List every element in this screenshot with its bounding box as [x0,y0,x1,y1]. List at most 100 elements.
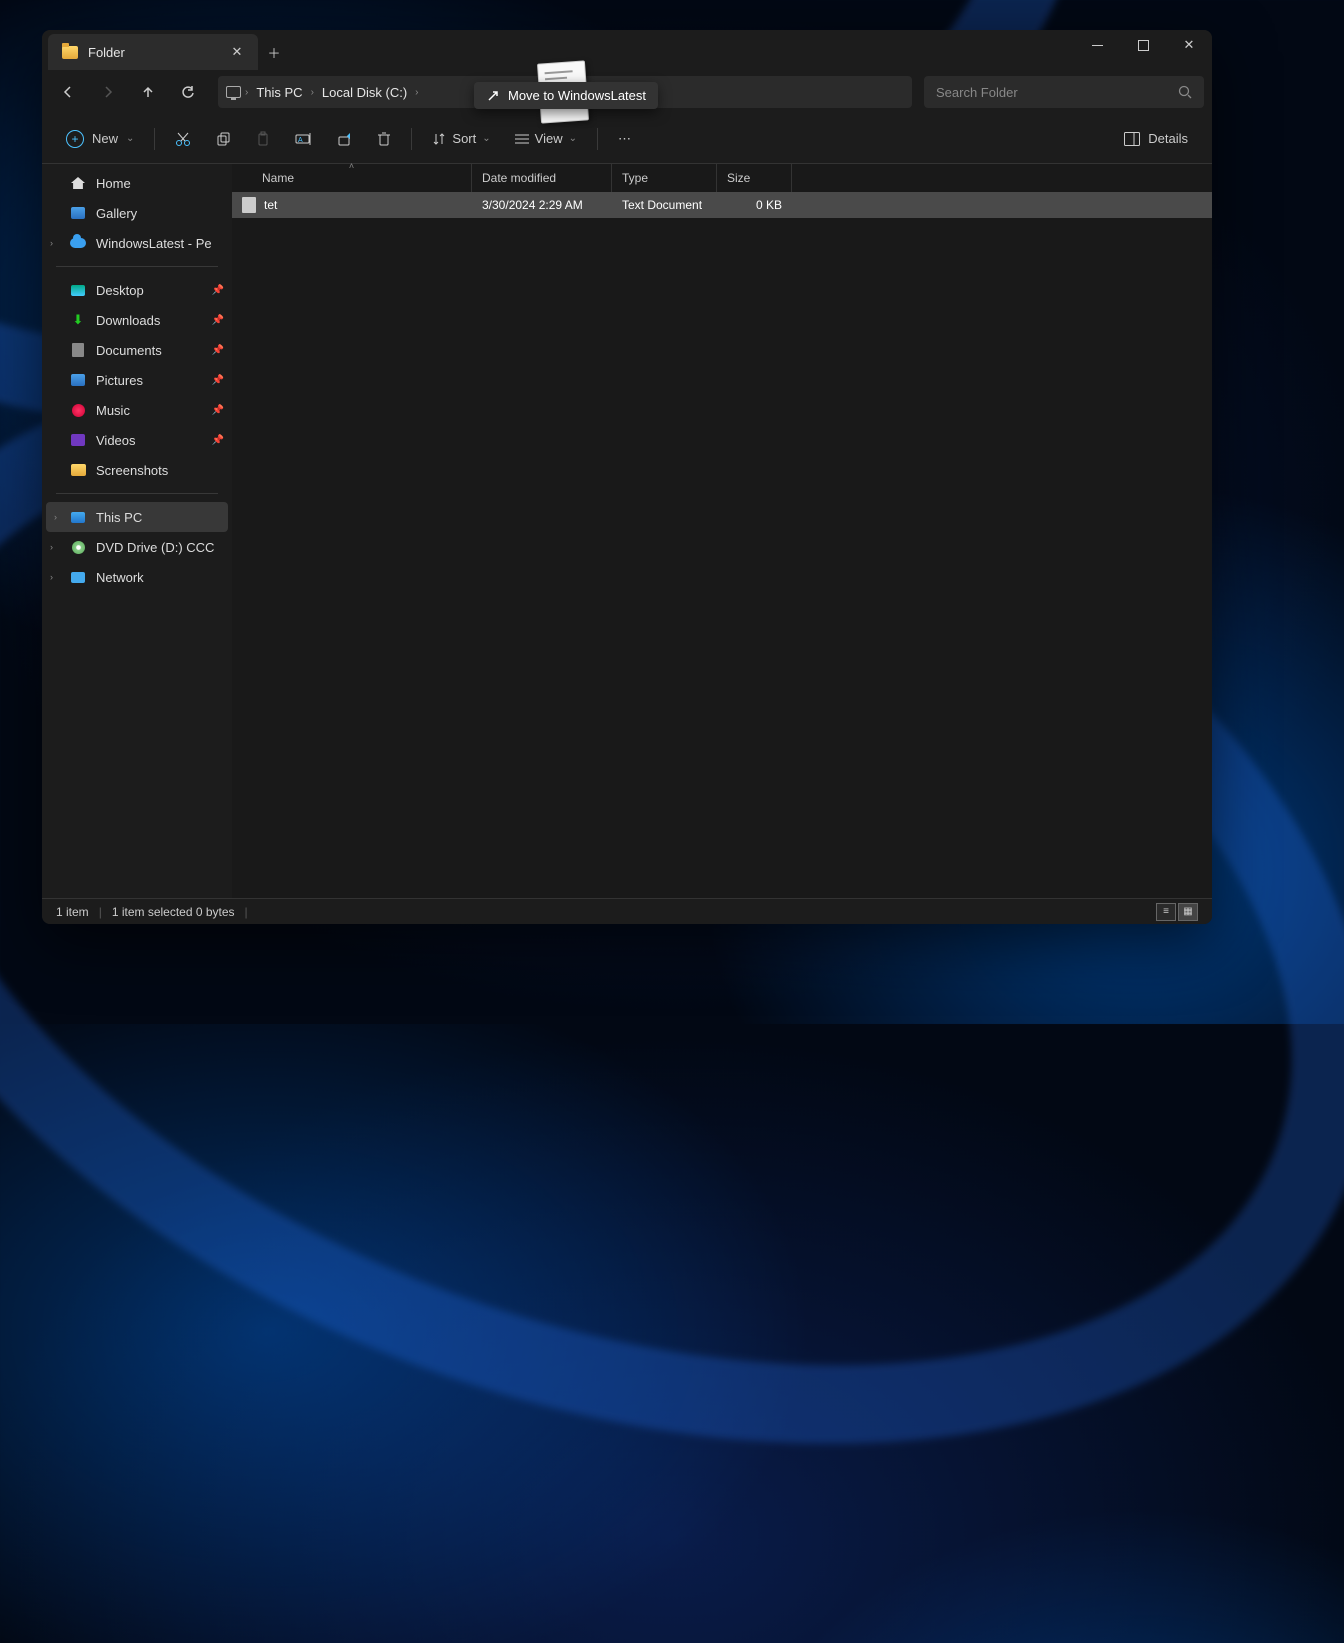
sidebar-label: Screenshots [96,463,168,478]
close-tab-icon[interactable]: ✕ [230,44,244,60]
sidebar-label: Videos [96,433,136,448]
drag-tooltip-text: Move to WindowsLatest [508,88,646,103]
desktop-icon [71,285,85,296]
pin-icon[interactable]: 📌 [212,315,224,326]
sidebar-item-music[interactable]: Music 📌 [42,395,232,425]
chevron-right-icon[interactable]: › [50,572,53,582]
tab-title: Folder [88,45,125,60]
close-button[interactable]: ✕ [1166,30,1212,60]
sidebar-item-dvd[interactable]: › DVD Drive (D:) CCC [42,532,232,562]
pin-icon[interactable]: 📌 [212,435,224,446]
more-button[interactable]: ⋯ [608,122,641,156]
search-placeholder: Search Folder [936,85,1018,100]
cut-button[interactable] [165,122,201,156]
chevron-right-icon[interactable]: › [54,512,57,522]
column-header-size[interactable]: Size [717,164,792,192]
column-header-modified[interactable]: Date modified [472,164,612,192]
sidebar-label: Pictures [96,373,143,388]
new-button[interactable]: + New ⌄ [56,122,144,156]
new-tab-button[interactable]: ＋ [258,34,290,70]
up-button[interactable] [130,74,166,110]
view-button[interactable]: View ⌄ [505,122,587,156]
forward-button[interactable] [90,74,126,110]
chevron-right-icon[interactable]: › [311,87,314,98]
view-list-button[interactable]: ≡ [1156,903,1176,921]
crumb-thispc[interactable]: This PC [252,85,306,100]
pin-icon[interactable]: 📌 [212,285,224,296]
view-details-button[interactable]: ▦ [1178,903,1198,921]
text-file-icon [242,197,256,213]
file-row[interactable]: tet 3/30/2024 2:29 AM Text Document 0 KB [232,192,1212,218]
sort-button[interactable]: Sort ⌄ [422,122,500,156]
delete-button[interactable] [367,122,401,156]
crumb-localdisk[interactable]: Local Disk (C:) [318,85,411,100]
details-label: Details [1148,131,1188,146]
network-icon [71,572,85,583]
separator: | [245,905,248,919]
column-header-name[interactable]: ˄Name [232,164,472,192]
chevron-right-icon[interactable]: › [50,542,53,552]
chevron-right-icon[interactable]: › [415,87,418,98]
column-header-type[interactable]: Type [612,164,717,192]
file-type: Text Document [622,198,702,212]
sort-indicator-icon: ˄ [349,161,354,171]
sidebar-item-documents[interactable]: Documents 📌 [42,335,232,365]
sidebar-label: Documents [96,343,162,358]
chevron-down-icon: ⌄ [126,133,134,144]
folder-icon [71,464,86,476]
sidebar-label: Music [96,403,130,418]
search-input[interactable]: Search Folder [924,76,1204,108]
sidebar-item-desktop[interactable]: Desktop📌 [42,275,232,305]
rename-button[interactable]: A [285,122,323,156]
file-name: tet [264,198,277,212]
plus-circle-icon: + [66,130,84,148]
sidebar-item-home[interactable]: Home [42,168,232,198]
sidebar-item-gallery[interactable]: Gallery [42,198,232,228]
maximize-button[interactable] [1120,30,1166,60]
sidebar-item-thispc[interactable]: ›This PC [46,502,228,532]
sort-label: Sort [452,131,476,146]
back-button[interactable] [50,74,86,110]
item-count: 1 item [56,905,89,919]
sidebar-item-downloads[interactable]: ⬇Downloads📌 [42,305,232,335]
pc-icon [226,86,241,98]
details-button[interactable]: Details [1114,122,1198,156]
svg-text:A: A [298,137,303,144]
music-icon [72,404,85,417]
divider [56,493,218,494]
divider [411,128,412,150]
toolbar: + New ⌄ A Sort ⌄ View ⌄ ⋯ Details [42,114,1212,164]
download-icon: ⬇ [70,312,86,328]
sidebar-item-pictures[interactable]: Pictures 📌 [42,365,232,395]
minimize-button[interactable] [1074,30,1120,60]
paste-button[interactable] [245,122,281,156]
pictures-icon [71,374,85,386]
chevron-right-icon[interactable]: › [50,238,53,248]
folder-icon [62,46,78,59]
copy-button[interactable] [205,122,241,156]
tab-folder[interactable]: Folder ✕ [48,34,258,70]
refresh-button[interactable] [170,74,206,110]
sidebar-label: DVD Drive (D:) CCC [96,540,214,555]
divider [56,266,218,267]
share-button[interactable] [327,122,363,156]
separator: | [99,905,102,919]
pin-icon[interactable]: 📌 [212,345,224,356]
chevron-right-icon[interactable]: › [245,87,248,98]
pin-icon[interactable]: 📌 [212,405,224,416]
sidebar-item-screenshots[interactable]: Screenshots [42,455,232,485]
sidebar-item-onedrive[interactable]: ›WindowsLatest - Pe [42,228,232,258]
sidebar-item-videos[interactable]: Videos 📌 [42,425,232,455]
sort-icon [432,132,446,146]
status-bar: 1 item | 1 item selected 0 bytes | ≡ ▦ [42,898,1212,924]
new-label: New [92,131,118,146]
sidebar: Home Gallery ›WindowsLatest - Pe Desktop… [42,164,232,898]
video-icon [71,434,85,446]
chevron-down-icon: ⌄ [569,133,577,144]
sidebar-item-network[interactable]: ›Network [42,562,232,592]
pin-icon[interactable]: 📌 [212,375,224,386]
gallery-icon [71,207,85,219]
dvd-icon [72,541,85,554]
divider [154,128,155,150]
titlebar: Folder ✕ ＋ ✕ [42,30,1212,70]
